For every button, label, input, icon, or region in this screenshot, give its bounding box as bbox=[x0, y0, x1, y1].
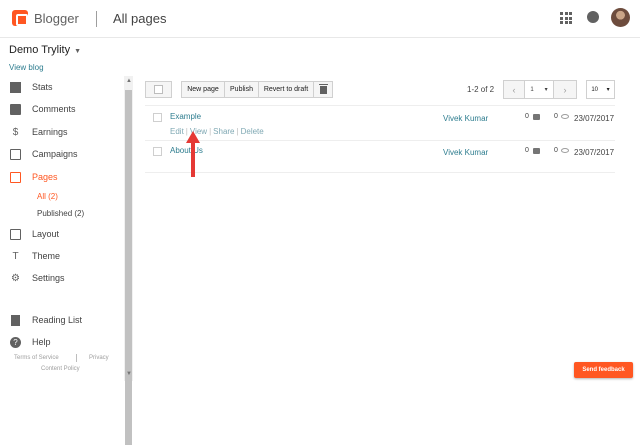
terms-link[interactable]: Terms of Service bbox=[14, 355, 59, 361]
sidebar-item-label: Reading List bbox=[32, 315, 83, 325]
chevron-left-icon: ‹ bbox=[512, 84, 516, 95]
comments-count: 0 bbox=[525, 113, 529, 120]
comment-icon bbox=[533, 114, 540, 120]
help-icon: ? bbox=[10, 337, 21, 348]
page-date: 23/07/2017 bbox=[574, 148, 615, 157]
edit-link[interactable]: Edit bbox=[170, 127, 184, 136]
eye-icon bbox=[561, 114, 569, 119]
top-header: Blogger All pages bbox=[0, 0, 640, 38]
send-feedback-button[interactable]: Send feedback bbox=[574, 362, 633, 378]
publish-button[interactable]: Publish bbox=[224, 81, 259, 98]
page-title: All pages bbox=[113, 11, 167, 26]
brand-name[interactable]: Blogger bbox=[34, 11, 79, 26]
row-actions: Edit | View | Share | Delete bbox=[170, 127, 264, 136]
per-page-value: 10 bbox=[591, 86, 598, 93]
comment-icon bbox=[533, 148, 540, 154]
sidebar-item-label: Help bbox=[32, 337, 51, 347]
annotation-arrow bbox=[186, 131, 200, 177]
avatar[interactable] bbox=[611, 8, 630, 27]
stats-icon bbox=[10, 82, 21, 93]
page-date: 23/07/2017 bbox=[574, 114, 615, 123]
sidebar-item-label: Pages bbox=[32, 172, 58, 182]
share-link[interactable]: Share bbox=[213, 127, 234, 136]
bookmark-icon bbox=[11, 315, 20, 326]
sidebar-item-layout[interactable]: Layout bbox=[0, 226, 120, 244]
scroll-up-icon[interactable]: ▲ bbox=[126, 78, 132, 84]
revert-to-draft-button[interactable]: Revert to draft bbox=[258, 81, 314, 98]
sidebar-item-stats[interactable]: Stats bbox=[0, 79, 120, 97]
caret-down-icon: ▼ bbox=[74, 48, 82, 55]
theme-icon: T bbox=[12, 251, 19, 262]
row-divider bbox=[145, 105, 615, 106]
author-link[interactable]: Vivek Kumar bbox=[443, 114, 488, 123]
caret-down-icon: ▾ bbox=[544, 87, 548, 93]
delete-link[interactable]: Delete bbox=[241, 127, 264, 136]
row-checkbox[interactable] bbox=[153, 113, 162, 122]
sidebar-item-label: Settings bbox=[32, 273, 65, 283]
sidebar-item-label: Layout bbox=[32, 229, 60, 239]
trash-icon bbox=[318, 83, 328, 94]
privacy-link[interactable]: Privacy bbox=[89, 355, 109, 361]
sidebar-item-settings[interactable]: ⚙ Settings bbox=[0, 270, 120, 288]
view-blog-link[interactable]: View blog bbox=[9, 63, 44, 72]
sidebar-item-pages[interactable]: Pages bbox=[0, 169, 120, 187]
sidebar-item-theme[interactable]: T Theme bbox=[0, 248, 120, 266]
row-divider bbox=[145, 140, 615, 141]
layout-icon bbox=[10, 229, 21, 240]
page-title-link[interactable]: Example bbox=[170, 112, 201, 121]
caret-down-icon: ▾ bbox=[606, 87, 610, 93]
notifications-icon[interactable] bbox=[587, 11, 599, 23]
sidebar-item-comments[interactable]: Comments bbox=[0, 101, 120, 119]
scrollbar-thumb[interactable] bbox=[125, 90, 132, 445]
blogger-logo-icon[interactable] bbox=[12, 10, 28, 26]
sidebar-item-label: Stats bbox=[32, 82, 53, 92]
sidebar-item-label: Theme bbox=[32, 251, 61, 261]
pagination-info: 1-2 of 2 bbox=[467, 85, 495, 94]
row-checkbox[interactable] bbox=[153, 147, 162, 156]
footer-divider bbox=[76, 354, 77, 362]
sidebar-item-earnings[interactable]: $ Earnings bbox=[0, 124, 120, 142]
gear-icon: ⚙ bbox=[11, 273, 20, 284]
scroll-down-icon[interactable]: ▼ bbox=[126, 371, 132, 377]
per-page-select[interactable]: 10 ▾ bbox=[586, 80, 615, 99]
sidebar-item-label: Earnings bbox=[32, 127, 68, 137]
row-divider bbox=[145, 172, 615, 173]
content-policy-link[interactable]: Content Policy bbox=[41, 366, 80, 372]
next-page-button[interactable]: › bbox=[553, 80, 577, 99]
blog-name: Demo Trylity bbox=[9, 44, 71, 56]
campaign-icon bbox=[10, 149, 21, 160]
page-select[interactable]: 1 ▾ bbox=[524, 80, 554, 99]
sidebar-item-reading-list[interactable]: Reading List bbox=[0, 312, 120, 330]
sidebar-item-help[interactable]: ? Help bbox=[0, 334, 120, 352]
author-link[interactable]: Vivek Kumar bbox=[443, 148, 488, 157]
select-all-checkbox[interactable] bbox=[145, 81, 172, 98]
sidebar-scrollbar[interactable]: ▲ ▼ bbox=[124, 76, 133, 445]
sidebar-item-label: Comments bbox=[32, 104, 76, 114]
checkbox-box bbox=[154, 85, 163, 94]
views-count: 0 bbox=[554, 147, 558, 154]
sidebar-item-label: Campaigns bbox=[32, 149, 78, 159]
comments-count: 0 bbox=[525, 147, 529, 154]
dollar-icon: $ bbox=[12, 127, 19, 138]
sidebar-item-campaigns[interactable]: Campaigns bbox=[0, 146, 120, 164]
chevron-right-icon: › bbox=[563, 84, 567, 95]
page-select-value: 1 bbox=[530, 86, 534, 93]
apps-grid-icon[interactable] bbox=[560, 12, 572, 24]
blog-selector[interactable]: Demo Trylity ▼ bbox=[9, 44, 81, 56]
eye-icon bbox=[561, 148, 569, 153]
prev-page-button[interactable]: ‹ bbox=[503, 80, 525, 99]
views-count: 0 bbox=[554, 113, 558, 120]
sidebar-subitem-all[interactable]: All (2) bbox=[37, 192, 58, 201]
comment-icon bbox=[10, 104, 21, 115]
header-divider bbox=[96, 11, 97, 27]
new-page-button[interactable]: New page bbox=[181, 81, 225, 98]
delete-button[interactable] bbox=[313, 81, 333, 98]
pages-icon bbox=[10, 172, 21, 183]
sidebar-subitem-published[interactable]: Published (2) bbox=[37, 209, 84, 218]
